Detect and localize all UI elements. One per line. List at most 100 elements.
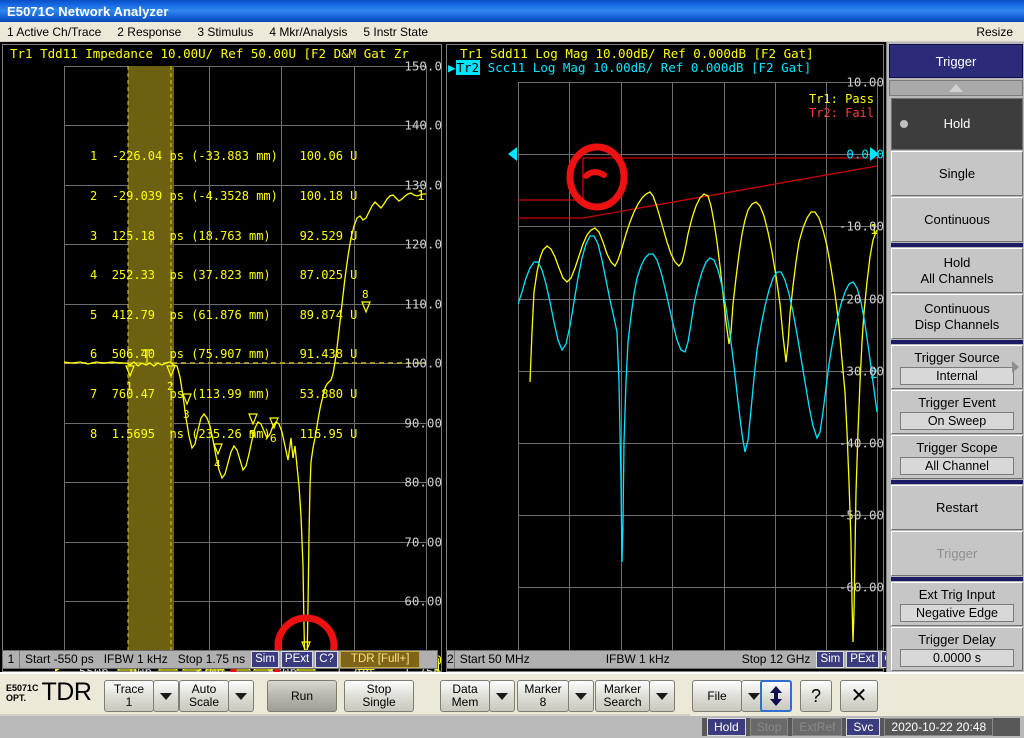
status-stop[interactable]: Stop xyxy=(749,718,789,736)
softkey-label: Trigger Scope xyxy=(916,439,998,455)
resize-label[interactable]: Resize xyxy=(976,25,1024,39)
softkey-ext-trig-input[interactable]: Ext Trig Input Negative Edge xyxy=(891,582,1023,626)
channel-2-number: 2 xyxy=(447,651,455,668)
channel-1-badge-sim[interactable]: Sim xyxy=(251,651,279,668)
channel-1-trace-title[interactable]: Tr1 Tdd11 Impedance 10.00U/ Ref 50.00U [… xyxy=(10,46,441,62)
channel-2-ifbw[interactable]: IFBW 1 kHz xyxy=(601,651,675,668)
close-button[interactable]: ✕ xyxy=(840,680,878,712)
auto-scale-dropdown[interactable] xyxy=(228,680,254,712)
channel-1-badge-pext[interactable]: PExt xyxy=(280,651,314,668)
softkey-value[interactable]: 0.0000 s xyxy=(900,648,1014,667)
softkey-label: Trigger Event xyxy=(918,394,996,410)
marker-button[interactable]: Marker 8 xyxy=(517,680,569,712)
softkey-trigger-delay[interactable]: Trigger Delay 0.0000 s xyxy=(891,627,1023,671)
menu-item-stimulus[interactable]: 3 Stimulus xyxy=(190,22,262,42)
status-hold[interactable]: Hold xyxy=(707,718,746,736)
help-button[interactable]: ? xyxy=(800,680,832,712)
y-tick-label: 60.00 xyxy=(404,593,442,609)
menu-item-mkr-analysis[interactable]: 4 Mkr/Analysis xyxy=(262,22,356,42)
menu-bar: 1 Active Ch/Trace 2 Response 3 Stimulus … xyxy=(0,22,1024,42)
softkey-value[interactable]: On Sweep xyxy=(900,411,1014,430)
marker-search-dropdown[interactable] xyxy=(649,680,675,712)
stop-single-button[interactable]: Stop Single xyxy=(344,680,414,712)
softkey-trigger-scope[interactable]: Trigger Scope All Channel xyxy=(891,435,1023,479)
channel-2-ref-pointer-left-icon[interactable] xyxy=(508,147,517,161)
softkey-title: Trigger xyxy=(889,44,1023,78)
trace-button-label-2: 1 xyxy=(125,695,133,709)
limit-result-tr1: Tr1: Pass xyxy=(808,92,874,106)
softkey-hold-all-channels[interactable]: Hold All Channels xyxy=(891,248,1023,293)
softkey-label: Single xyxy=(938,165,976,181)
softkey-trigger-event[interactable]: Trigger Event On Sweep xyxy=(891,390,1023,434)
softkey-value[interactable]: Internal xyxy=(900,366,1014,385)
channel-2-badge-sim[interactable]: Sim xyxy=(816,651,845,668)
marker-row: 6 506.40 ps (75.907 mm) 91.438 U xyxy=(90,347,358,362)
channel-2-status-bar[interactable]: 2 Start 50 MHz IFBW 1 kHz Stop 12 GHz Si… xyxy=(446,650,908,669)
status-extref[interactable]: ExtRef xyxy=(792,718,843,736)
softkey-hold[interactable]: Hold xyxy=(891,98,1023,150)
channel-1-badge-cal[interactable]: C? xyxy=(315,651,338,668)
menu-item-active-ch-trace[interactable]: 1 Active Ch/Trace xyxy=(0,22,110,42)
channel-1-status-bar[interactable]: 1 Start -550 ps IFBW 1 kHz Stop 1.75 ns … xyxy=(2,650,438,669)
trace-button[interactable]: Trace 1 xyxy=(104,680,154,712)
softkey-trigger-source[interactable]: Trigger Source Internal xyxy=(891,345,1023,389)
channel-1-start[interactable]: Start -550 ps xyxy=(20,651,99,668)
y-tick-label: 130.0 xyxy=(404,177,442,193)
status-strip: Hold Stop ExtRef Svc 2020-10-22 20:48 xyxy=(0,716,1024,738)
softkey-value[interactable]: All Channel xyxy=(900,456,1014,475)
file-button[interactable]: File xyxy=(692,680,742,712)
updown-button[interactable] xyxy=(760,680,792,712)
channel-1-ifbw[interactable]: IFBW 1 kHz xyxy=(99,651,173,668)
softkey-label: Trigger xyxy=(936,545,978,561)
chevron-down-icon xyxy=(748,692,760,700)
auto-scale-button[interactable]: Auto Scale xyxy=(179,680,229,712)
channel-1-number: 1 xyxy=(3,651,20,668)
softkey-restart[interactable]: Restart xyxy=(891,485,1023,530)
menu-item-response[interactable]: 2 Response xyxy=(110,22,190,42)
channel-1-badge-tdr[interactable]: TDR [Full+] xyxy=(339,651,421,668)
y-tick-label: -60.00 xyxy=(838,579,884,595)
softkey-trigger[interactable]: Trigger xyxy=(891,531,1023,576)
channel-1-panel[interactable]: Tr1 Tdd11 Impedance 10.00U/ Ref 50.00U [… xyxy=(2,44,442,680)
softkey-label: Continuous xyxy=(924,300,990,316)
data-mem-dropdown[interactable] xyxy=(489,680,515,712)
logo-line-2: OPT. xyxy=(6,692,27,703)
y-tick-label: 140.0 xyxy=(404,117,442,133)
y-tick-label: 150.0 xyxy=(404,58,442,74)
softkey-single[interactable]: Single xyxy=(891,151,1023,196)
active-trace-arrow-icon: ▶ xyxy=(448,60,456,75)
channel-1-stop[interactable]: Stop 1.75 ns xyxy=(173,651,250,668)
softkey-value[interactable]: Negative Edge xyxy=(900,603,1014,622)
marker-search-label-2: Search xyxy=(603,695,642,709)
channel-2-panel[interactable]: Tr1 Sdd11 Log Mag 10.00dB/ Ref 0.000dB [… xyxy=(446,44,884,672)
run-button[interactable]: Run xyxy=(267,680,337,712)
marker-search-button[interactable]: Marker Search xyxy=(595,680,650,712)
chevron-right-icon xyxy=(1012,361,1019,373)
trace-dropdown[interactable] xyxy=(153,680,179,712)
softkey-scroll-up[interactable] xyxy=(889,80,1023,96)
channel-2-start[interactable]: Start 50 MHz xyxy=(455,651,535,668)
channel-2-badge-pext[interactable]: PExt xyxy=(846,651,879,668)
limit-result-tr2: Tr2: Fail xyxy=(808,106,874,120)
chevron-down-icon xyxy=(575,692,587,700)
y-tick-label: 80.00 xyxy=(404,474,442,490)
softkey-continuous-disp-channels[interactable]: Continuous Disp Channels xyxy=(891,294,1023,339)
softkey-separator xyxy=(891,577,1023,581)
softkey-label-2: Disp Channels xyxy=(914,316,1000,332)
marker-dropdown[interactable] xyxy=(568,680,594,712)
status-svc[interactable]: Svc xyxy=(846,718,881,736)
menu-item-instr-state[interactable]: 5 Instr State xyxy=(356,22,437,42)
softkey-label-2: All Channels xyxy=(920,270,994,286)
softkey-label: Restart xyxy=(936,499,978,515)
limit-test-results: Tr1: Pass Tr2: Fail xyxy=(809,92,874,120)
data-mem-button[interactable]: Data Mem xyxy=(440,680,490,712)
trace-2-tag: Tr2 xyxy=(455,60,481,75)
channel-2-ref-pointer-right-icon[interactable] xyxy=(870,147,879,161)
softkey-separator xyxy=(891,480,1023,484)
tdr-logo: E5071C OPT. TDR xyxy=(6,680,92,705)
softkey-continuous[interactable]: Continuous xyxy=(891,197,1023,242)
channel-2-stop[interactable]: Stop 12 GHz xyxy=(737,651,816,668)
trace-2-title-text: Scc11 Log Mag 10.00dB/ Ref 0.000dB [F2 G… xyxy=(480,60,812,75)
instrument-display: Tr1 Tdd11 Impedance 10.00U/ Ref 50.00U [… xyxy=(0,42,1024,680)
softkey-panel: Trigger Hold Single Continuous Hold All … xyxy=(886,42,1024,689)
